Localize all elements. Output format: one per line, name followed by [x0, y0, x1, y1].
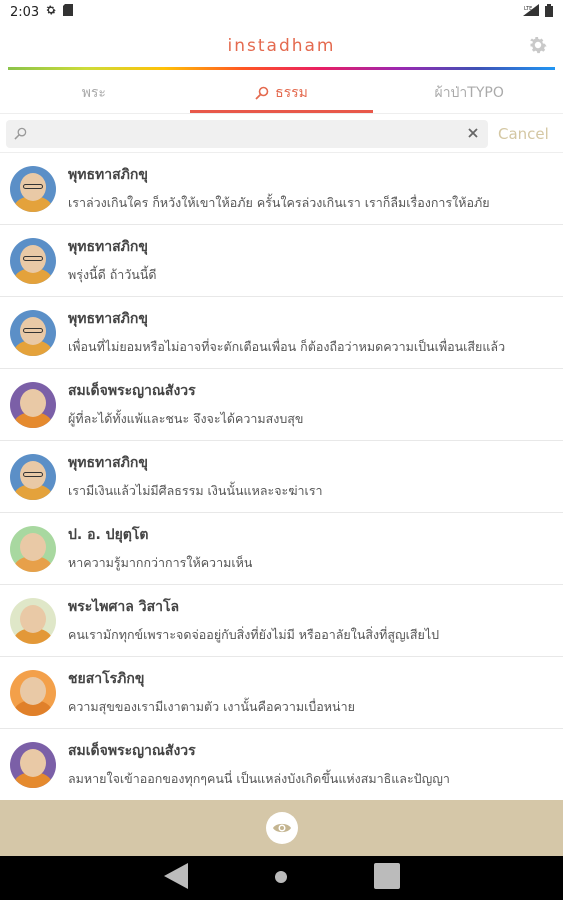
author-name: พระไพศาล วิสาโล	[68, 599, 180, 615]
tab-typo[interactable]: ผ้าป่าTYPO	[375, 72, 563, 113]
rainbow-divider	[8, 67, 555, 70]
home-icon	[275, 870, 288, 883]
cancel-button[interactable]: Cancel	[498, 125, 549, 143]
list-item[interactable]: ป. อ. ปยุตฺโตหาความรู้มากกว่าการให้ความเ…	[0, 513, 563, 585]
quote-text: เรามีเงินแล้วไม่มีศีลธรรม เงินนั้นแหละจะ…	[68, 483, 323, 498]
avatar	[10, 453, 56, 500]
signal-icon: LTE	[523, 4, 539, 20]
avatar	[10, 237, 56, 284]
clear-search-button[interactable]	[466, 126, 480, 142]
tab-dhamma[interactable]: ธรรม	[188, 72, 376, 113]
app-title: instadham	[227, 36, 336, 56]
tab-label: ธรรม	[275, 84, 308, 101]
status-time: 2:03	[10, 4, 40, 20]
author-name: พุทธทาสภิกขุ	[68, 239, 148, 255]
settings-button[interactable]	[527, 34, 549, 56]
search-row: Cancel	[0, 118, 563, 150]
system-nav-bar	[0, 856, 563, 900]
search-box	[6, 120, 488, 148]
quote-text: หาความรู้มากกว่าการให้ความเห็น	[68, 555, 253, 570]
list-item[interactable]: ชยสาโรภิกขุความสุขของเรามีเงาตามตัว เงาน…	[0, 657, 563, 729]
quote-text: พรุ่งนี้ดี ถ้าวันนี้ดี	[68, 267, 157, 282]
bottom-bar	[0, 800, 563, 856]
search-icon	[14, 125, 27, 144]
list-item[interactable]: พุทธทาสภิกขุเรามีเงินแล้วไม่มีศีลธรรม เง…	[0, 441, 563, 513]
quote-text: ความสุขของเรามีเงาตามตัว เงานั้นคือความเ…	[68, 699, 355, 714]
gear-icon	[530, 37, 547, 54]
tab-label: พระ	[81, 84, 106, 101]
list-item[interactable]: พระไพศาล วิสาโลคนเรามักทุกข์เพราะจดจ่ออย…	[0, 585, 563, 657]
tab-label: ผ้าป่าTYPO	[434, 84, 504, 101]
author-name: สมเด็จพระญาณสังวร	[68, 743, 196, 759]
search-icon	[255, 86, 269, 100]
quote-text: ผู้ที่ละได้ทั้งแพ้และชนะ จึงจะได้ความสงบ…	[68, 411, 304, 426]
avatar	[10, 669, 56, 716]
list-item[interactable]: พุทธทาสภิกขุเราล่วงเกินใคร ก็หวังให้เขาใ…	[0, 153, 563, 225]
quote-text: เราล่วงเกินใคร ก็หวังให้เขาให้อภัย ครั้น…	[68, 195, 490, 210]
back-icon	[164, 863, 189, 889]
view-button[interactable]	[265, 812, 298, 844]
app-header: instadham	[0, 24, 563, 68]
tab-bar: พระ ธรรม ผ้าป่าTYPO	[0, 72, 563, 114]
network-type: LTE	[524, 6, 532, 12]
close-icon	[468, 128, 478, 138]
eye-icon	[272, 823, 291, 833]
avatar	[10, 741, 56, 788]
recents-button[interactable]	[373, 862, 401, 894]
battery-icon	[545, 3, 553, 21]
author-name: ชยสาโรภิกขุ	[68, 671, 145, 687]
sd-card-icon	[63, 4, 74, 20]
list-item[interactable]: พุทธทาสภิกขุพรุ่งนี้ดี ถ้าวันนี้ดี	[0, 225, 563, 297]
quote-text: ลมหายใจเข้าออกของทุกๆคนนี่ เป็นแหล่งบังเ…	[68, 771, 450, 786]
avatar	[10, 597, 56, 644]
recents-icon	[373, 863, 400, 889]
back-button[interactable]	[162, 861, 190, 895]
list-item[interactable]: สมเด็จพระญาณสังวรลมหายใจเข้าออกของทุกๆคน…	[0, 729, 563, 800]
list-item[interactable]: สมเด็จพระญาณสังวรผู้ที่ละได้ทั้งแพ้และชน…	[0, 369, 563, 441]
avatar	[10, 381, 56, 428]
author-name: พุทธทาสภิกขุ	[68, 167, 148, 183]
author-name: ป. อ. ปยุตฺโต	[68, 527, 149, 543]
author-name: พุทธทาสภิกขุ	[68, 311, 148, 327]
status-bar: 2:03 LTE	[0, 0, 563, 24]
avatar	[10, 309, 56, 356]
quote-text: เพื่อนที่ไม่ยอมหรือไม่อาจที่จะตักเตือนเพ…	[68, 339, 506, 354]
author-name: พุทธทาสภิกขุ	[68, 455, 148, 471]
home-button[interactable]	[274, 869, 288, 888]
search-input[interactable]	[33, 126, 466, 142]
avatar	[10, 525, 56, 572]
quote-list: พุทธทาสภิกขุเราล่วงเกินใคร ก็หวังให้เขาใ…	[0, 152, 563, 800]
list-item[interactable]: พุทธทาสภิกขุเพื่อนที่ไม่ยอมหรือไม่อาจที่…	[0, 297, 563, 369]
gear-icon	[45, 4, 57, 20]
author-name: สมเด็จพระญาณสังวร	[68, 383, 196, 399]
avatar	[10, 165, 56, 212]
quote-text: คนเรามักทุกข์เพราะจดจ่ออยู่กับสิ่งที่ยัง…	[68, 627, 440, 642]
tab-monks[interactable]: พระ	[0, 72, 188, 113]
